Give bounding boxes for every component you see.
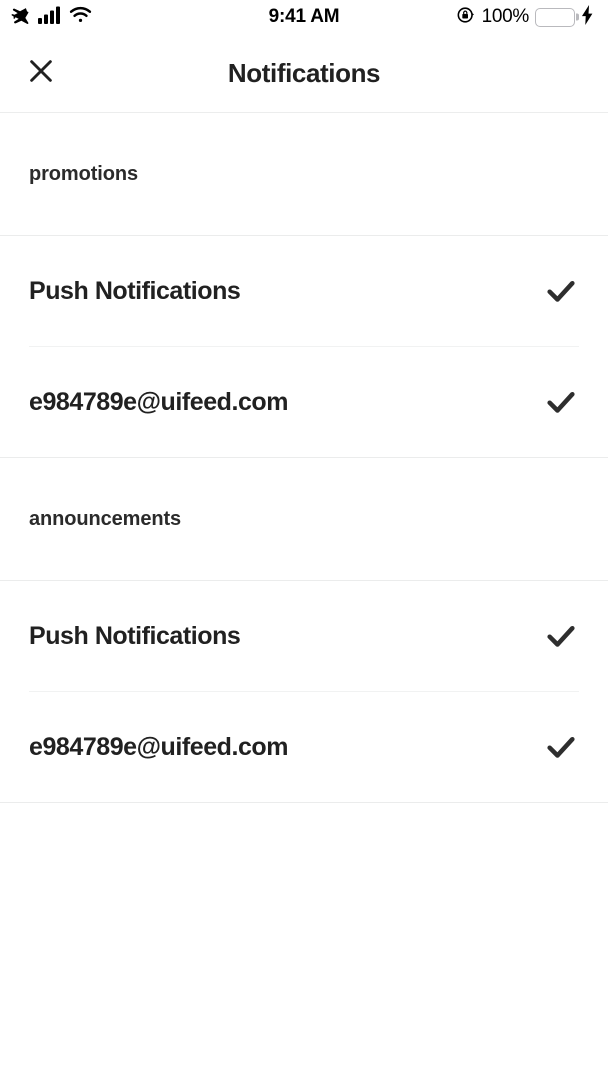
wifi-icon: [69, 6, 92, 29]
status-bar: 9:41 AM 100%: [0, 0, 608, 34]
section-header-label: promotions: [29, 162, 138, 185]
close-button[interactable]: [24, 56, 58, 90]
row-announcements-push-notifications[interactable]: Push Notifications: [0, 581, 608, 691]
status-bar-right: 100%: [456, 4, 594, 30]
row-label: Push Notifications: [29, 621, 241, 650]
nav-bar: Notifications: [0, 34, 608, 113]
row-label: e984789e@uifeed.com: [29, 387, 289, 416]
battery-percent-label: 100%: [481, 6, 530, 27]
checkmark-icon[interactable]: [543, 384, 579, 420]
lightning-bolt-icon: [581, 4, 594, 30]
cellular-signal-icon: [38, 6, 62, 29]
empty-area: [0, 803, 608, 1080]
battery-cap: [575, 13, 579, 21]
row-promotions-push-notifications[interactable]: Push Notifications: [0, 236, 608, 346]
notification-settings-list: promotions Push Notifications e984789e@u…: [0, 113, 608, 1080]
checkmark-icon[interactable]: [543, 273, 579, 309]
section-header-announcements: announcements: [0, 458, 608, 581]
row-promotions-email[interactable]: e984789e@uifeed.com: [0, 347, 608, 457]
section-header-label: announcements: [29, 507, 182, 530]
status-bar-clock: 9:41 AM: [268, 6, 340, 27]
rotation-lock-icon: [456, 5, 476, 30]
section-header-promotions: promotions: [0, 113, 608, 236]
row-label: Push Notifications: [29, 276, 241, 305]
checkmark-icon[interactable]: [543, 618, 579, 654]
battery-icon: [535, 7, 579, 27]
status-bar-left: [10, 4, 92, 30]
notifications-screen: 9:41 AM 100% Notifications promotions Pu…: [0, 0, 608, 1080]
row-label: e984789e@uifeed.com: [29, 732, 289, 761]
airplane-icon: [10, 4, 31, 30]
row-announcements-email[interactable]: e984789e@uifeed.com: [0, 692, 608, 802]
checkmark-icon[interactable]: [543, 729, 579, 765]
page-title: Notifications: [227, 57, 381, 88]
close-icon: [26, 56, 56, 91]
